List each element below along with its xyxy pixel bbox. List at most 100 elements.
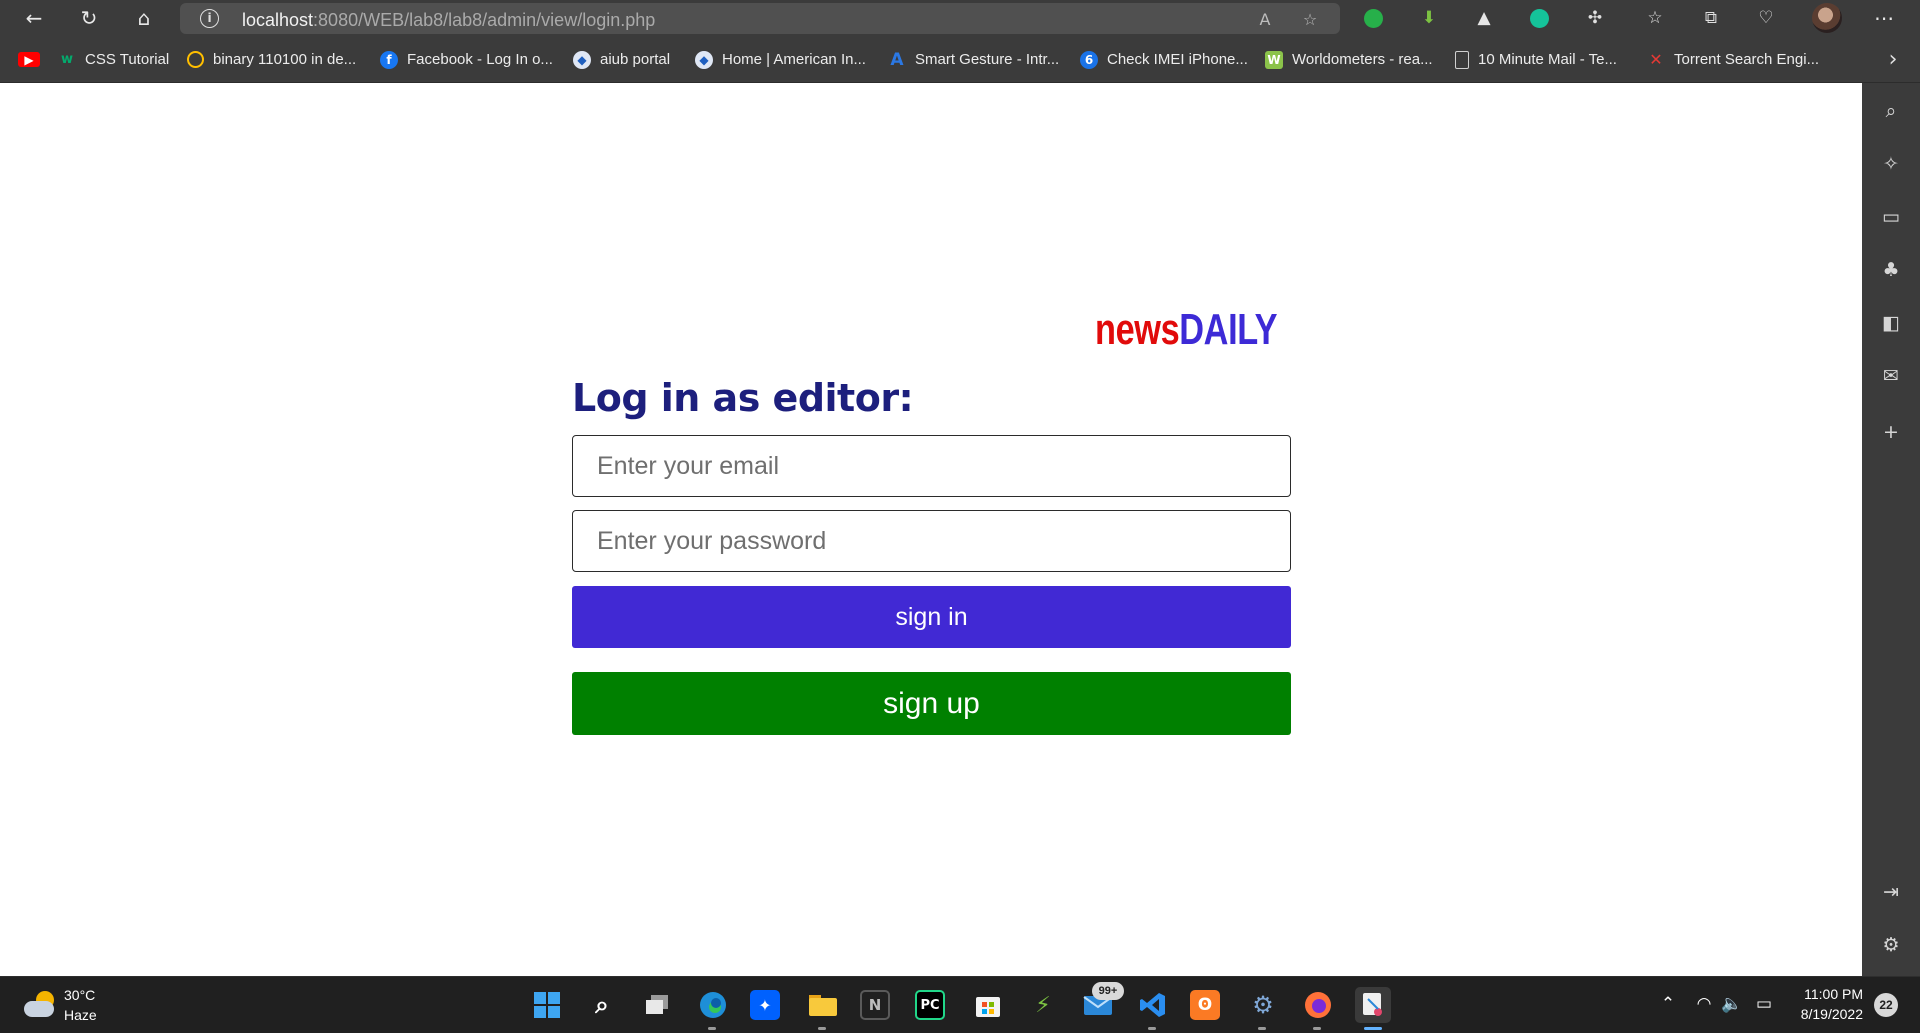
loading-icon — [187, 51, 204, 68]
microsoft-store-icon[interactable] — [970, 987, 1006, 1023]
asus-icon: A — [890, 49, 904, 70]
settings-app-icon[interactable]: ⚙ — [1245, 987, 1281, 1030]
pycharm-icon[interactable]: PC — [915, 990, 945, 1020]
bookmark-worldometers[interactable]: W Worldometers - rea... — [1265, 36, 1433, 83]
bookmark-label: 10 Minute Mail - Te... — [1478, 51, 1617, 68]
bookmark-label: Check IMEI iPhone... — [1107, 51, 1248, 68]
sign-in-button[interactable]: sign in — [572, 586, 1291, 648]
collections-icon[interactable]: ⧉ — [1698, 5, 1724, 31]
password-field[interactable] — [572, 510, 1291, 572]
bookmark-label: CSS Tutorial — [85, 51, 170, 68]
xampp-icon[interactable]: ʘ — [1190, 990, 1220, 1020]
games-icon[interactable]: ♣ — [1877, 256, 1905, 284]
bookmark-label: Torrent Search Engi... — [1674, 51, 1820, 68]
download-extension-icon[interactable]: ⬇ — [1416, 5, 1442, 31]
bookmark-torrent-search[interactable]: ✕ Torrent Search Engi... — [1647, 36, 1819, 83]
edge-browser-icon[interactable] — [695, 987, 731, 1030]
bookmark-binary[interactable]: binary 110100 in de... — [187, 36, 356, 83]
hide-sidebar-icon[interactable]: ⇥ — [1877, 878, 1905, 906]
page-icon — [1455, 50, 1469, 69]
mail-unread-badge: 99+ — [1092, 982, 1124, 1000]
login-page: newsDAILY Log in as editor: sign in sign… — [0, 83, 1862, 976]
bookmark-aiub-portal[interactable]: ◆ aiub portal — [573, 36, 670, 83]
read-aloud-icon[interactable]: A — [1252, 7, 1278, 31]
bookmark-smart-gesture[interactable]: A Smart Gesture - Intr... — [888, 36, 1059, 83]
battery-icon[interactable]: ▭ — [1752, 991, 1776, 1017]
mountain-extension-icon[interactable]: ▲ — [1471, 5, 1497, 31]
favorites-icon[interactable]: ☆ — [1642, 5, 1668, 31]
sticky-tool-icon[interactable]: ⚡ — [1025, 987, 1061, 1023]
chevron-right-icon[interactable]: › — [1878, 36, 1908, 83]
add-favorite-icon[interactable]: ☆ — [1297, 7, 1323, 31]
refresh-icon[interactable]: ↻ — [69, 0, 109, 36]
clock-time[interactable]: 11:00 PM — [1801, 986, 1863, 1002]
url-path: :8080/WEB/lab8/lab8/admin/view/login.php — [313, 10, 656, 30]
start-icon[interactable] — [529, 987, 565, 1023]
profile-avatar[interactable] — [1812, 3, 1842, 33]
file-explorer-icon[interactable] — [805, 987, 841, 1030]
logo-daily-text: DAILY — [1179, 305, 1278, 354]
task-view-icon[interactable] — [639, 987, 675, 1023]
site-info-icon[interactable]: i — [200, 9, 219, 28]
bookmark-css-tutorial[interactable]: w CSS Tutorial — [58, 36, 169, 83]
add-icon[interactable]: + — [1877, 418, 1905, 446]
volume-icon[interactable]: 🔈 — [1720, 991, 1744, 1017]
bookmark-label: Facebook - Log In o... — [407, 51, 553, 68]
browser-toolbar: ← ↻ ⌂ i localhost:8080/WEB/lab8/lab8/adm… — [0, 0, 1920, 36]
shield-extension-icon[interactable] — [1360, 5, 1386, 31]
worldometers-icon: W — [1265, 50, 1283, 69]
youtube-icon: ▶ — [18, 52, 40, 67]
weather-condition[interactable]: Haze — [64, 1007, 97, 1023]
bookmark-check-imei[interactable]: 6 Check IMEI iPhone... — [1080, 36, 1248, 83]
bookmark-american-intl[interactable]: ◆ Home | American In... — [695, 36, 866, 83]
wifi-icon[interactable]: ◠ — [1692, 991, 1716, 1017]
facebook-icon: f — [380, 50, 398, 69]
chevron-up-icon[interactable]: ⌃ — [1656, 991, 1680, 1017]
youtube-bookmark[interactable]: ▶ — [18, 36, 40, 83]
extensions-icon[interactable]: ✣ — [1582, 5, 1608, 31]
torrent-icon: ✕ — [1649, 50, 1663, 69]
bookmark-label: binary 110100 in de... — [213, 51, 357, 68]
edge-sidebar: ⌕ ✧ ▭ ♣ ◧ ✉ + ⇥ ⚙ — [1862, 83, 1920, 976]
bookmark-10-minute-mail[interactable]: 10 Minute Mail - Te... — [1455, 36, 1617, 83]
url-text[interactable]: localhost:8080/WEB/lab8/lab8/admin/view/… — [242, 10, 655, 31]
sign-up-button[interactable]: sign up — [572, 672, 1291, 735]
home-icon[interactable]: ⌂ — [124, 0, 164, 36]
bookmarks-bar: ▶ w CSS Tutorial binary 110100 in de... … — [0, 36, 1920, 83]
page-title: Log in as editor: — [572, 376, 914, 420]
imei-icon: 6 — [1080, 50, 1098, 69]
aiub-shield-icon: ◆ — [695, 50, 713, 69]
dropbox-icon[interactable]: ✦ — [750, 990, 780, 1020]
browser-essentials-icon[interactable]: ♡ — [1753, 5, 1779, 31]
notification-badge[interactable]: 22 — [1874, 993, 1898, 1017]
back-icon[interactable]: ← — [14, 0, 54, 36]
w3schools-icon: w — [60, 52, 73, 67]
bookmark-label: Home | American In... — [722, 51, 866, 68]
bookmark-label: aiub portal — [600, 51, 671, 68]
snipping-tool-icon[interactable] — [1355, 987, 1391, 1030]
logo-news-text: news — [1095, 305, 1180, 354]
search-icon[interactable]: ⌕ — [1877, 97, 1905, 125]
windows-taskbar: 30°C Haze ⌕ ✦ N PC ⚡ 99+ ʘ ⚙ ⌃ ◠ 🔈 ▭ 11:… — [0, 976, 1920, 1033]
email-field[interactable] — [572, 435, 1291, 497]
more-menu-icon[interactable]: ⋯ — [1864, 0, 1904, 36]
address-bar[interactable]: i localhost:8080/WEB/lab8/lab8/admin/vie… — [180, 3, 1340, 34]
office-icon[interactable]: ◧ — [1877, 309, 1905, 337]
aiub-shield-icon: ◆ — [573, 50, 591, 69]
weather-icon[interactable] — [24, 991, 56, 1019]
settings-icon[interactable]: ⚙ — [1877, 931, 1905, 959]
vscode-icon[interactable] — [1135, 987, 1171, 1030]
clock-date[interactable]: 8/19/2022 — [1790, 1006, 1863, 1022]
firefox-icon[interactable] — [1300, 987, 1336, 1030]
bookmark-facebook[interactable]: f Facebook - Log In o... — [380, 36, 553, 83]
url-host: localhost — [242, 10, 314, 30]
site-logo: newsDAILY — [1095, 305, 1278, 355]
search-icon[interactable]: ⌕ — [584, 987, 620, 1023]
weather-temperature[interactable]: 30°C — [64, 987, 95, 1003]
bookmark-label: Smart Gesture - Intr... — [915, 51, 1060, 68]
tools-icon[interactable]: ▭ — [1877, 203, 1905, 231]
discover-icon[interactable]: ✧ — [1877, 150, 1905, 178]
outlook-icon[interactable]: ✉ — [1877, 362, 1905, 390]
grammarly-icon[interactable] — [1526, 5, 1552, 31]
notion-icon[interactable]: N — [860, 990, 890, 1020]
